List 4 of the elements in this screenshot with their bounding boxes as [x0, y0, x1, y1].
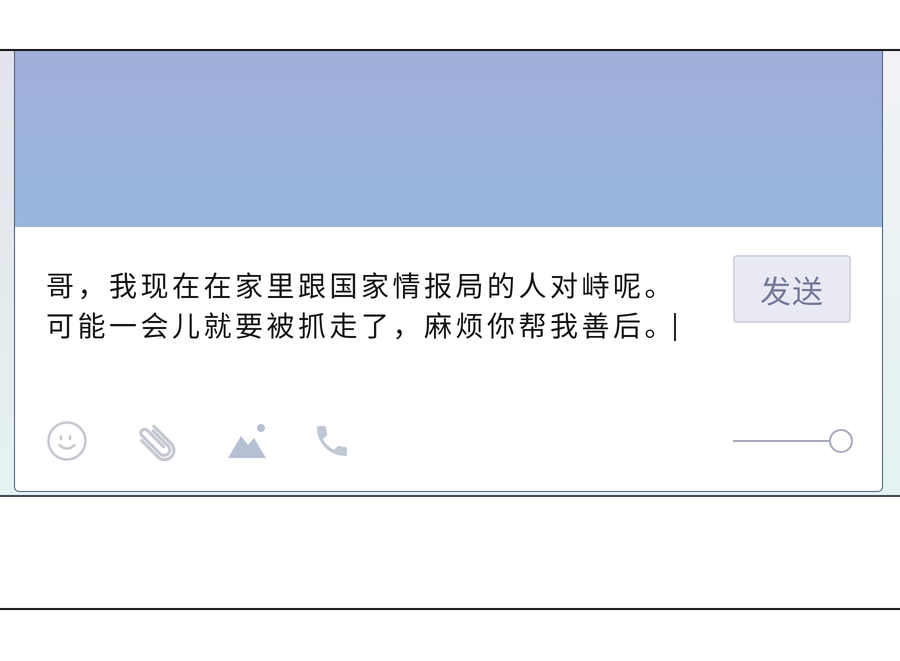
image-icon[interactable] — [227, 423, 267, 459]
slider-thumb[interactable] — [829, 429, 853, 453]
smiley-icon[interactable] — [47, 421, 87, 461]
message-field[interactable]: 哥，我现在在家里跟国家情报局的人对峙呢。 可能一会儿就要被抓走了，麻烦你帮我善后。 — [46, 255, 733, 347]
